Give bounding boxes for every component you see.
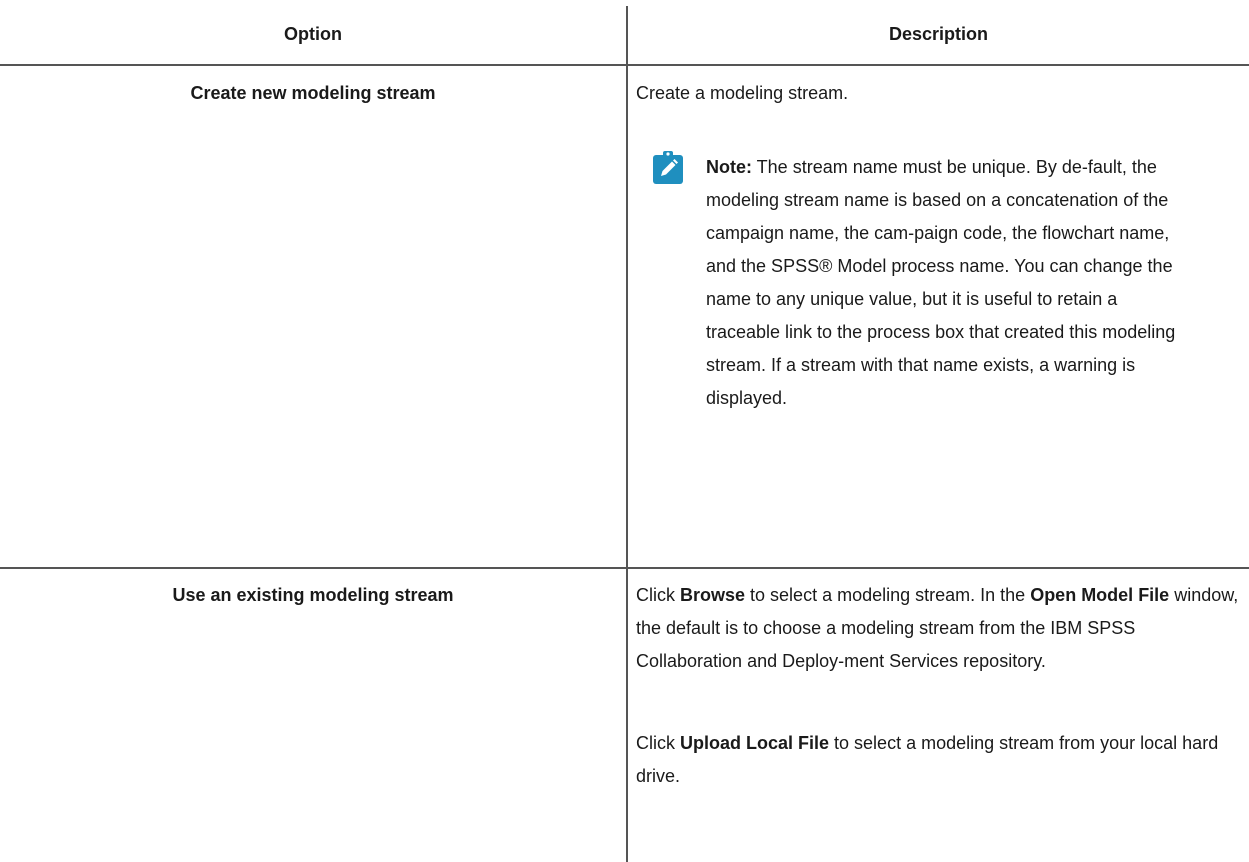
pencil-note-icon xyxy=(653,151,683,184)
note-label: Note: xyxy=(706,157,752,177)
column-header-description: Description xyxy=(888,24,989,44)
description-browse-paragraph: Click Browse to select a modeling stream… xyxy=(636,579,1244,678)
header-rule xyxy=(0,64,1249,66)
browse-term: Browse xyxy=(680,585,746,605)
text-fragment: to select a modeling stream. In the xyxy=(745,585,1031,605)
column-divider xyxy=(626,6,628,862)
description-upload-paragraph: Click Upload Local File to select a mode… xyxy=(636,727,1244,793)
row-rule xyxy=(0,567,1249,569)
open-model-file-term: Open Model File xyxy=(1030,585,1170,605)
note-text: Note: The stream name must be unique. By… xyxy=(706,151,1182,415)
upload-local-file-term: Upload Local File xyxy=(680,733,830,753)
text-fragment: Click xyxy=(636,733,680,753)
column-header-option: Option xyxy=(284,24,342,44)
text-fragment: Click xyxy=(636,585,680,605)
note-body: The stream name must be unique. By de-fa… xyxy=(706,157,1176,408)
option-use-existing-stream: Use an existing modeling stream xyxy=(172,585,454,605)
option-create-new-stream: Create new modeling stream xyxy=(190,83,436,103)
options-table: Option Description Create new modeling s… xyxy=(0,0,1249,862)
description-create-new-stream: Create a modeling stream. xyxy=(636,83,849,103)
